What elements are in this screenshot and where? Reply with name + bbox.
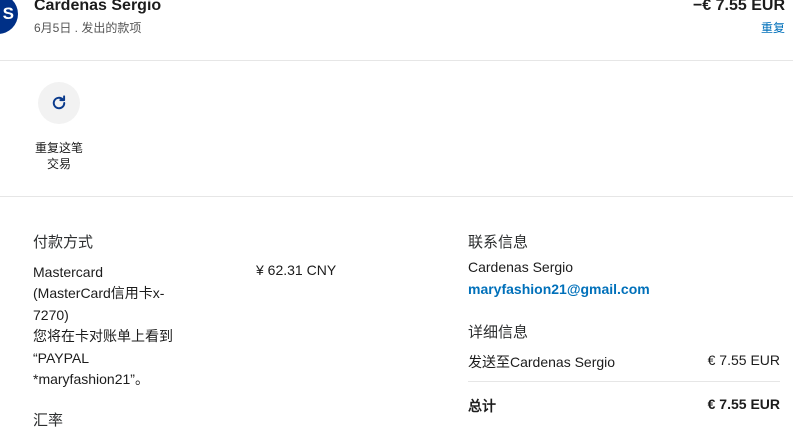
total-amount: € 7.55 EUR <box>707 396 780 412</box>
transaction-amount: −€ 7.55 EUR <box>692 0 785 14</box>
repeat-transaction-label: 重复这笔 交易 <box>34 141 83 171</box>
merchant-name: Cardenas Sergio <box>34 0 162 14</box>
transaction-header: S Cardenas Sergio 6月5日 . 发出的款项 −€ 7.55 E… <box>0 0 793 61</box>
contact-email-link[interactable]: maryfashion21@gmail.com <box>468 281 650 297</box>
refresh-icon[interactable] <box>38 82 80 124</box>
contact-info-title: 联系信息 <box>468 234 529 251</box>
repeat-link[interactable]: 重复 <box>761 19 785 36</box>
exchange-rate-title: 汇率 <box>33 412 64 429</box>
total-label: 总计 <box>468 398 496 414</box>
section-divider <box>0 196 793 197</box>
sent-to-amount: € 7.55 EUR <box>707 352 780 368</box>
payment-method-title: 付款方式 <box>33 234 94 251</box>
details-title: 详细信息 <box>468 324 529 341</box>
contact-name: Cardenas Sergio <box>468 259 574 275</box>
sent-to-label: 发送至Cardenas Sergio <box>468 354 616 370</box>
transaction-date-type: 6月5日 . 发出的款项 <box>34 21 142 35</box>
payment-method-details: Mastercard (MasterCard信用卡x- 7270) 您将在卡对账… <box>33 264 173 388</box>
avatar: S <box>0 0 18 34</box>
details-divider <box>468 381 780 382</box>
repeat-transaction-button[interactable]: 重复这笔 交易 <box>24 82 94 172</box>
payment-amount-cny: ¥ 62.31 CNY <box>256 262 337 278</box>
